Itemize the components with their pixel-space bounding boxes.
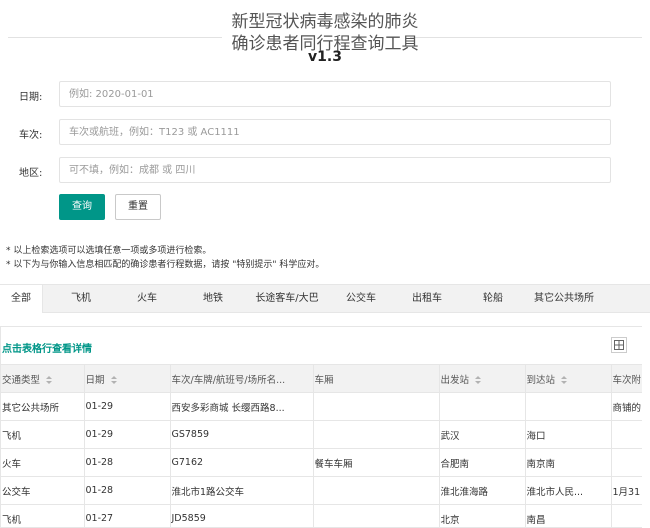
- tab-airplane[interactable]: 飞机: [60, 285, 102, 313]
- date-input[interactable]: [59, 81, 611, 107]
- table-cell: [313, 476, 440, 505]
- table-hint: 点击表格行查看详情: [2, 344, 92, 355]
- grid-icon[interactable]: [611, 337, 627, 353]
- sort-icon[interactable]: [475, 375, 482, 385]
- column-header[interactable]: 到达站: [525, 365, 612, 393]
- table-cell: 1月31: [611, 476, 642, 505]
- table-cell: 其它公共场所: [1, 392, 85, 421]
- transport-tabs: 全部 飞机 火车 地铁 长途客车/大巴 公交车 出租车 轮船 其它公共场所: [0, 284, 650, 313]
- table-header-row: 交通类型 日期 车次/车牌/航班号/场所名... 车厢 出发站 到达站 车次附: [1, 365, 642, 393]
- column-header[interactable]: 出发站: [439, 365, 526, 393]
- table-row[interactable]: 公交车 01-28 淮北市1路公交车 淮北淮海路 淮北市人民... 1月31: [1, 476, 642, 505]
- table-cell: JD5859: [170, 504, 314, 527]
- table-cell: [439, 392, 526, 421]
- table-cell: 武汉: [439, 420, 526, 449]
- tab-train[interactable]: 火车: [126, 285, 168, 313]
- tab-taxi[interactable]: 出租车: [404, 285, 450, 313]
- table-cell: [525, 392, 612, 421]
- table-cell: 淮北淮海路: [439, 476, 526, 505]
- table-cell: 飞机: [1, 504, 85, 527]
- table-cell: 01-29: [84, 392, 171, 421]
- column-header-label: 日期: [85, 374, 105, 386]
- table-cell: 南昌: [525, 504, 612, 527]
- table-cell: 淮北市人民...: [525, 476, 612, 505]
- region-label: 地区:: [19, 168, 43, 179]
- table-cell: 公交车: [1, 476, 85, 505]
- table-cell: 北京: [439, 504, 526, 527]
- column-header-label: 车厢: [314, 374, 334, 386]
- table-cell: 01-27: [84, 504, 171, 527]
- results-table: 交通类型 日期 车次/车牌/航班号/场所名... 车厢 出发站 到达站 车次附 …: [1, 365, 642, 527]
- table-cell: [611, 420, 642, 449]
- table-cell: GS7859: [170, 420, 314, 449]
- note-line: * 以下为与你输入信息相匹配的确诊患者行程数据，请按 "特别提示" 科学应对。: [6, 260, 325, 270]
- table-cell: 淮北市1路公交车: [170, 476, 314, 505]
- column-header[interactable]: 车次/车牌/航班号/场所名...: [170, 365, 314, 393]
- table-cell: 合肥南: [439, 448, 526, 477]
- table-cell: 海口: [525, 420, 612, 449]
- column-header-label: 车次/车牌/航班号/场所名...: [171, 374, 286, 386]
- table-cell: [611, 504, 642, 527]
- version-label: v1.3: [308, 49, 342, 65]
- table-row[interactable]: 飞机 01-29 GS7859 武汉 海口: [1, 420, 642, 449]
- region-input[interactable]: [59, 157, 611, 183]
- table-cell: 01-29: [84, 420, 171, 449]
- table-cell: 南京南: [525, 448, 612, 477]
- column-header-label: 交通类型: [2, 374, 41, 386]
- table-row[interactable]: 火车 01-28 G7162 餐车车厢 合肥南 南京南: [1, 448, 642, 477]
- table-cell: 商铺的: [611, 392, 642, 421]
- tab-coach[interactable]: 长途客车/大巴: [250, 285, 324, 313]
- tab-all[interactable]: 全部: [0, 285, 43, 313]
- table-toolbar: 点击表格行查看详情: [1, 327, 642, 365]
- table-cell: 西安多彩商城 长缨西路8...: [170, 392, 314, 421]
- sort-icon[interactable]: [46, 375, 53, 385]
- table-cell: [611, 448, 642, 477]
- tab-subway[interactable]: 地铁: [192, 285, 234, 313]
- tab-public-places[interactable]: 其它公共场所: [530, 285, 598, 313]
- column-header[interactable]: 交通类型: [1, 365, 85, 393]
- column-header-label: 车次附: [612, 374, 642, 386]
- note-line: * 以上检索选项可以选填任意一项或多项进行检索。: [6, 246, 212, 256]
- table-row[interactable]: 其它公共场所 01-29 西安多彩商城 长缨西路8... 商铺的: [1, 392, 642, 421]
- sort-icon[interactable]: [561, 375, 568, 385]
- table-cell: G7162: [170, 448, 314, 477]
- table-row[interactable]: 飞机 01-27 JD5859 北京 南昌: [1, 504, 642, 527]
- column-header[interactable]: 日期: [84, 365, 171, 393]
- table-cell: 餐车车厢: [313, 448, 440, 477]
- column-header[interactable]: 车厢: [313, 365, 440, 393]
- column-header-label: 到达站: [526, 374, 556, 386]
- table-cell: 01-28: [84, 476, 171, 505]
- search-button[interactable]: 查询: [59, 194, 105, 220]
- train-input[interactable]: [59, 119, 611, 145]
- date-label: 日期:: [19, 92, 43, 103]
- column-header-label: 出发站: [440, 374, 470, 386]
- table-cell: [313, 504, 440, 527]
- table-cell: [313, 392, 440, 421]
- train-label: 车次:: [19, 130, 43, 141]
- table-cell: 01-28: [84, 448, 171, 477]
- reset-button[interactable]: 重置: [115, 194, 161, 220]
- tab-ship[interactable]: 轮船: [472, 285, 514, 313]
- table-cell: [313, 420, 440, 449]
- results-table-panel: 点击表格行查看详情 交通类型 日期 车次/车牌/航班号/场所名... 车厢 出发…: [0, 326, 642, 528]
- sort-icon[interactable]: [110, 375, 117, 385]
- column-header[interactable]: 车次附: [611, 365, 642, 393]
- tab-bus[interactable]: 公交车: [338, 285, 384, 313]
- table-cell: 飞机: [1, 420, 85, 449]
- table-cell: 火车: [1, 448, 85, 477]
